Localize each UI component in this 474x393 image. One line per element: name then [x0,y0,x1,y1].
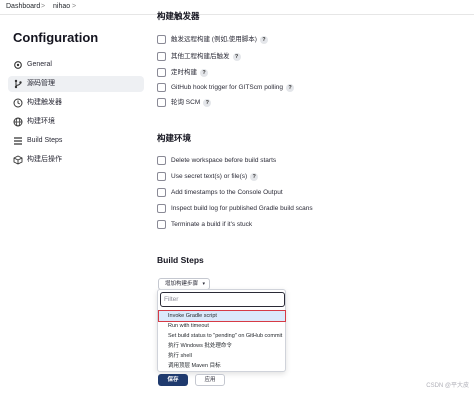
help-icon[interactable]: ? [259,36,268,44]
checkbox[interactable] [157,83,166,92]
menu-item-github-pending-status[interactable]: Set build status to "pending" on GitHub … [159,331,285,341]
checkbox[interactable] [157,188,166,197]
breadcrumb-separator: > [41,3,46,10]
option-label: GitHub hook trigger for GITScm polling [171,84,283,91]
sidebar-item-post-build[interactable]: 构建后操作 [8,152,144,168]
sidebar-item-triggers[interactable]: 构建触发器 [8,95,144,111]
menu-item-windows-batch[interactable]: 执行 Windows 批处理命令 [159,341,285,351]
section-title-environment: 构建环境 [157,133,192,143]
chevron-down-icon: ▾ [202,281,205,287]
filter-input[interactable] [160,292,285,307]
source-branch-icon [13,79,23,89]
checkbox[interactable] [157,52,166,61]
help-icon[interactable]: ? [200,69,208,77]
build-step-dropdown: Invoke Gradle script Run with timeout Se… [157,289,286,372]
option-label: Delete workspace before build starts [171,157,277,164]
add-build-step-label: 增加构建步骤 [165,281,199,287]
help-icon[interactable]: ? [286,84,294,92]
option-label: 触发远程构建 (例如,使用脚本) [171,36,257,43]
list-icon [13,136,23,146]
page-title: Configuration [13,30,99,45]
checkbox[interactable] [157,156,166,165]
checkbox[interactable] [157,172,166,181]
sidebar-item-label: 构建触发器 [27,99,62,106]
breadcrumb-separator: > [72,3,77,10]
option-label: 轮询 SCM [171,99,201,106]
menu-item-maven-target[interactable]: 调用顶层 Maven 目标 [159,361,285,371]
help-icon[interactable]: ? [232,53,241,61]
sidebar-item-label: Build Steps [27,137,63,144]
sidebar-item-general[interactable]: General [8,57,144,73]
option-label: 其他工程构建后触发 [171,53,230,60]
section-title-build-steps: Build Steps [157,255,204,265]
checkbox[interactable] [157,35,166,44]
checkbox[interactable] [157,98,166,107]
help-icon[interactable]: ? [250,173,259,181]
checkbox[interactable] [157,204,166,213]
save-button[interactable]: 保存 [158,374,188,386]
menu-item-shell[interactable]: 执行 shell [159,351,285,361]
checkbox[interactable] [157,68,166,77]
watermark: CSDN @平大皮 [426,383,469,389]
apply-button[interactable]: 应用 [195,374,225,386]
sidebar-item-build-steps[interactable]: Build Steps [8,133,144,149]
section-title-triggers: 构建触发器 [157,11,200,21]
globe-icon [13,117,23,127]
menu-item-invoke-gradle[interactable]: Invoke Gradle script [158,310,286,322]
option-label: Terminate a build if it's stuck [171,221,253,228]
sidebar-item-label: 构建环境 [27,118,55,125]
menu-item-run-with-timeout[interactable]: Run with timeout [159,321,285,331]
sidebar-item-label: 构建后操作 [27,156,62,163]
cube-icon [13,155,23,165]
breadcrumb-project[interactable]: nihao [53,0,70,14]
sidebar-item-environment[interactable]: 构建环境 [8,114,144,130]
sidebar-item-label: 源码管理 [27,80,55,87]
option-label: Add timestamps to the Console Output [171,189,283,196]
gear-icon [13,60,23,70]
clock-icon [13,98,23,108]
help-icon[interactable]: ? [203,99,212,107]
option-label: 定时构建 [171,69,197,76]
breadcrumb-dashboard[interactable]: Dashboard [6,0,40,14]
breadcrumb: Dashboard > nihao > [0,0,474,15]
option-label: Use secret text(s) or file(s) [171,173,248,180]
sidebar-item-source[interactable]: 源码管理 [8,76,144,92]
checkbox[interactable] [157,220,166,229]
option-label: Inspect build log for published Gradle b… [171,205,313,212]
sidebar-item-label: General [27,61,52,68]
